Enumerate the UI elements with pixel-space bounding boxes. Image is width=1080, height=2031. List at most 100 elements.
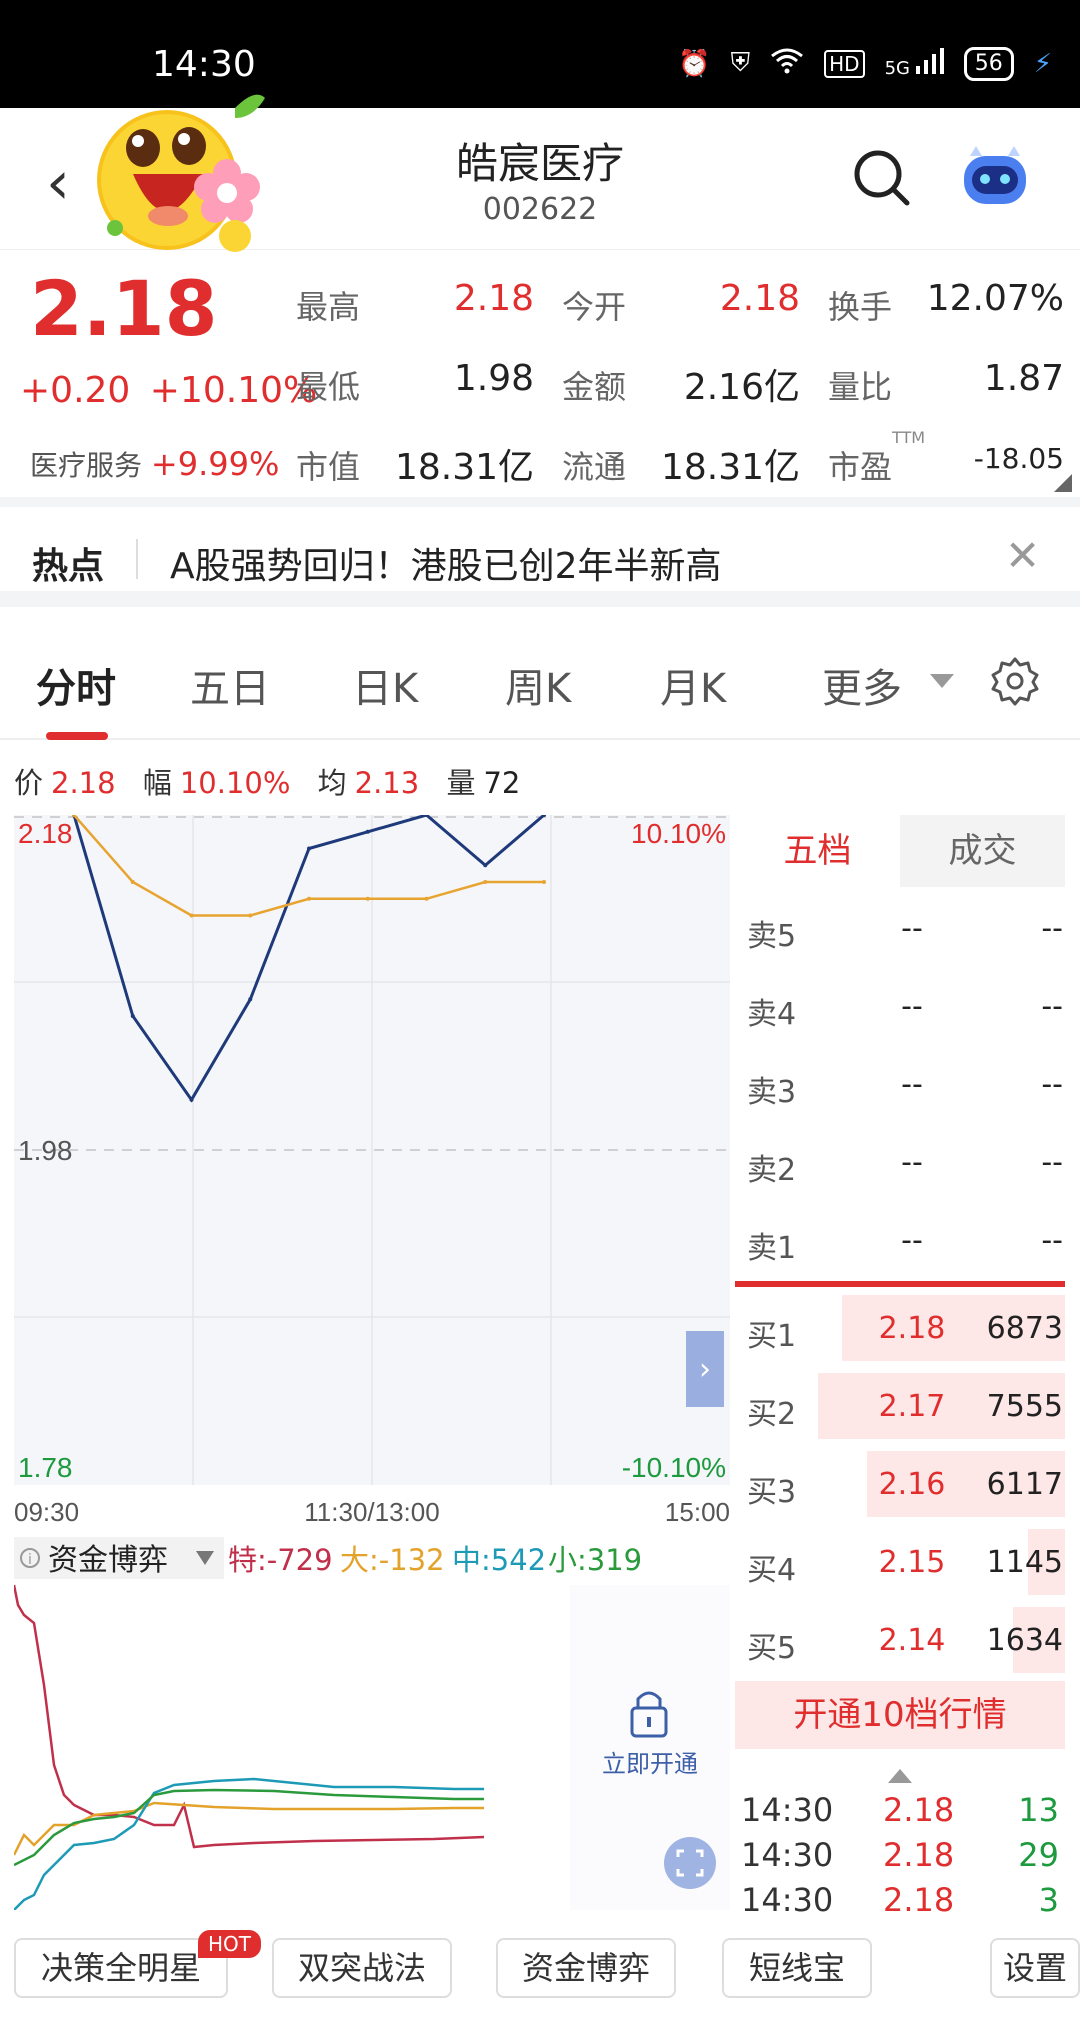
average-point xyxy=(542,880,546,884)
stat-value: 18.31亿 xyxy=(660,447,800,488)
tick-price: 2.18 xyxy=(883,1791,955,1829)
stock-header: ‹ 皓宸医疗 002622 xyxy=(0,94,1080,252)
average-point xyxy=(307,896,311,901)
stat-label: 市盈 xyxy=(828,448,893,486)
price-point xyxy=(365,829,370,834)
signal-icon: 5G xyxy=(885,48,944,79)
stat-label: 今开 xyxy=(562,288,627,326)
hot-badge: HOT xyxy=(198,1930,261,1958)
tab-intraday[interactable]: 分时 xyxy=(36,656,116,714)
tick-volume: 3 xyxy=(1038,1881,1059,1919)
search-icon[interactable] xyxy=(852,148,912,208)
info-label: 均 xyxy=(317,766,347,800)
level-qty: 7555 xyxy=(986,1389,1063,1424)
level-name: 卖5 xyxy=(747,919,797,954)
level-qty: 6873 xyxy=(986,1311,1063,1346)
fullscreen-button[interactable] xyxy=(664,1837,716,1889)
stat-label: 换手 xyxy=(828,288,893,326)
average-point xyxy=(248,913,253,918)
tab-monthly-k[interactable]: 月K xyxy=(660,656,726,714)
tab-weekly-k[interactable]: 周K xyxy=(505,656,571,714)
buy-level-row[interactable]: 买5 2.14 1634 xyxy=(735,1601,1065,1679)
fund-legend-medium: 中:542 xyxy=(452,1543,546,1577)
tab-trades[interactable]: 成交 xyxy=(900,815,1065,887)
open-10-levels-button[interactable]: 开通10档行情 xyxy=(735,1681,1065,1749)
level-name: 买4 xyxy=(747,1553,797,1588)
intraday-chart[interactable]: 2.18 1.98 1.78 10.10% -10.10% › 09:30 11… xyxy=(12,813,730,1911)
info-amplitude: 10.10% xyxy=(179,766,291,800)
stat-value: 2.18 xyxy=(719,278,800,319)
level-name: 卖1 xyxy=(747,1231,797,1266)
bid-ask-divider xyxy=(735,1281,1065,1287)
x-label-start: 09:30 xyxy=(14,1497,79,1527)
price-point xyxy=(130,1014,135,1018)
unlock-label[interactable]: 立即开通 xyxy=(602,1750,698,1778)
level-price: 2.14 xyxy=(878,1623,946,1658)
chevron-down-icon[interactable] xyxy=(930,674,954,688)
info-label: 量 xyxy=(446,766,476,800)
price-change: +0.20 +10.10% xyxy=(20,370,317,411)
fund-flow-lines xyxy=(12,1584,485,1911)
price-point xyxy=(307,846,311,851)
fund-legend-small: 小:319 xyxy=(548,1543,642,1577)
tab-more[interactable]: 更多 xyxy=(822,656,902,714)
settings-button[interactable]: 设置 xyxy=(990,1938,1080,1998)
tab-five-day[interactable]: 五日 xyxy=(190,656,270,714)
x-label-mid: 11:30/13:00 xyxy=(304,1497,439,1527)
sell-level-row[interactable]: 卖4 -- -- xyxy=(735,967,1065,1045)
short-line-button[interactable]: 短线宝 xyxy=(722,1938,872,1998)
tab-daily-k[interactable]: 日K xyxy=(352,656,418,714)
sector-info[interactable]: 医疗服务 +9.99% xyxy=(30,444,279,484)
stat-value: 1.98 xyxy=(453,358,534,399)
fund-game-button[interactable]: 资金博弈 xyxy=(496,1938,676,1998)
tick-price: 2.18 xyxy=(883,1881,955,1919)
trade-tick-row: 14:30 2.18 3 xyxy=(735,1879,1065,1924)
chevron-up-icon[interactable] xyxy=(888,1769,912,1783)
buy-level-row[interactable]: 买3 2.16 6117 xyxy=(735,1445,1065,1523)
tab-five-levels[interactable]: 五档 xyxy=(735,815,900,887)
charging-icon: ⚡ xyxy=(1033,48,1052,79)
sell-level-row[interactable]: 卖3 -- -- xyxy=(735,1045,1065,1123)
intraday-chart-area[interactable]: 2.18 1.98 1.78 10.10% -10.10% › 09:30 11… xyxy=(12,813,730,1911)
trade-tick-row: 14:30 2.18 29 xyxy=(735,1834,1065,1879)
price-point xyxy=(248,997,253,1002)
level-name: 卖4 xyxy=(747,997,797,1032)
sell-level-row[interactable]: 卖1 -- -- xyxy=(735,1201,1065,1279)
trade-ticks: 14:30 2.18 13 14:30 2.18 29 14:30 2.18 3 xyxy=(735,1789,1065,1924)
level-qty: -- xyxy=(1041,1145,1063,1180)
sell-level-row[interactable]: 卖2 -- -- xyxy=(735,1123,1065,1201)
order-book-tabs: 五档 成交 xyxy=(735,815,1065,887)
hot-news-text[interactable]: A股强势回归！港股已创2年半新高 xyxy=(170,537,722,589)
level-name: 买5 xyxy=(747,1631,797,1666)
hot-news-bar[interactable]: 热点 A股强势回归！港股已创2年半新高 ✕ xyxy=(0,507,1080,607)
price-point xyxy=(189,1097,194,1102)
level-price: -- xyxy=(901,989,923,1024)
tick-volume: 13 xyxy=(1018,1791,1059,1829)
expand-corner-icon[interactable] xyxy=(1054,474,1072,492)
info-volume: 72 xyxy=(483,766,521,800)
level-qty: 6117 xyxy=(986,1467,1063,1502)
robot-assistant-icon[interactable] xyxy=(960,146,1030,210)
level-qty: -- xyxy=(1041,911,1063,946)
decision-stars-button[interactable]: 决策全明星 xyxy=(14,1938,228,1998)
shield-icon: ⛨ xyxy=(730,48,751,78)
average-point xyxy=(130,880,135,884)
buy-level-row[interactable]: 买4 2.15 1145 xyxy=(735,1523,1065,1601)
sell-level-row[interactable]: 卖5 -- -- xyxy=(735,889,1065,967)
y-label-bottom: 1.78 xyxy=(18,1452,73,1483)
battery-icon: 56 xyxy=(963,46,1014,81)
buy-level-row[interactable]: 买2 2.17 7555 xyxy=(735,1367,1065,1445)
tick-price: 2.18 xyxy=(883,1836,955,1874)
double-break-button[interactable]: 双突战法 xyxy=(272,1938,452,1998)
bottom-toolbar: 决策全明星 HOT 双突战法 资金博弈 短线宝 设置 xyxy=(0,1930,1080,2030)
buy-level-row[interactable]: 买1 2.18 6873 xyxy=(735,1289,1065,1367)
sector-name: 医疗服务 xyxy=(30,449,143,482)
chevron-right-icon[interactable]: › xyxy=(699,1352,711,1387)
average-point xyxy=(424,896,429,901)
stat-label: 市值 xyxy=(296,448,361,486)
close-icon[interactable]: ✕ xyxy=(1005,531,1040,580)
level-name: 卖3 xyxy=(747,1075,797,1110)
stat-value: 1.87 xyxy=(983,358,1064,399)
gear-icon[interactable] xyxy=(990,656,1040,706)
stat-value: 12.07% xyxy=(926,278,1064,319)
